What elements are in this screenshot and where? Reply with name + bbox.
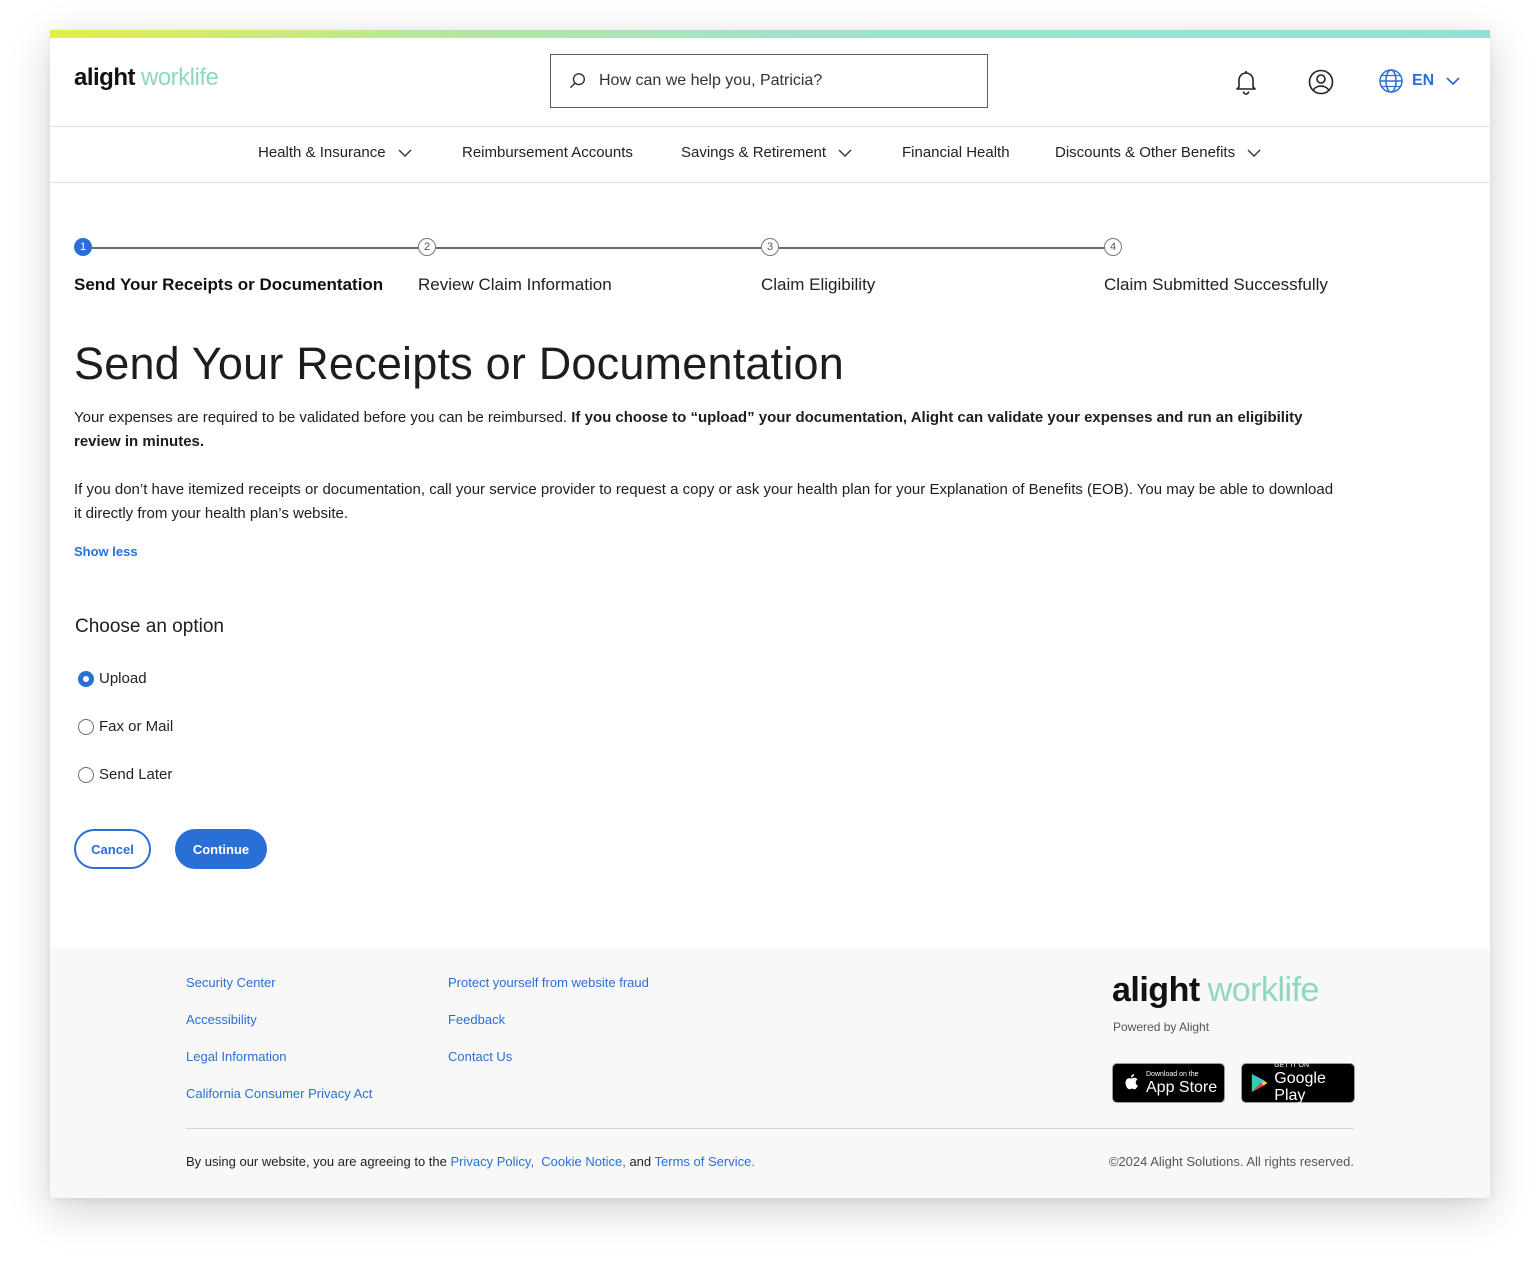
show-less-link[interactable]: Show less bbox=[74, 544, 138, 559]
nav-item-reimbursement-accounts[interactable]: Reimbursement Accounts bbox=[462, 144, 633, 161]
nav-item-label: Health & Insurance bbox=[258, 144, 386, 161]
option-label: Upload bbox=[99, 670, 147, 687]
chevron-down-icon bbox=[398, 149, 412, 157]
app-store-small-text: Download on the bbox=[1146, 1070, 1199, 1078]
progress-stepper: 1 2 3 4 Send Your Receipts or Documentat… bbox=[74, 237, 1454, 317]
cookie-notice-link[interactable]: Cookie Notice, bbox=[541, 1154, 626, 1169]
nav-item-label: Reimbursement Accounts bbox=[462, 144, 633, 161]
google-play-icon bbox=[1251, 1073, 1268, 1093]
nav-item-savings-retirement[interactable]: Savings & Retirement bbox=[681, 144, 852, 161]
main-nav: Health & Insurance Reimbursement Account… bbox=[50, 126, 1490, 183]
footer: Security Center Accessibility Legal Info… bbox=[50, 949, 1490, 1198]
cancel-button[interactable]: Cancel bbox=[74, 829, 151, 869]
globe-icon bbox=[1379, 69, 1403, 93]
footer-divider bbox=[186, 1128, 1354, 1129]
step-1-indicator: 1 bbox=[74, 238, 92, 256]
copyright-text: ©2024 Alight Solutions. All rights reser… bbox=[1108, 1154, 1354, 1169]
step-connector bbox=[436, 247, 761, 249]
option-label: Fax or Mail bbox=[99, 718, 174, 735]
option-label: Send Later bbox=[99, 766, 173, 783]
google-play-small-text: GET IT ON bbox=[1274, 1062, 1310, 1069]
page-frame: alightworklife EN bbox=[50, 30, 1490, 1198]
apple-icon bbox=[1125, 1074, 1138, 1090]
app-store-badge[interactable]: Download on the App Store bbox=[1112, 1063, 1225, 1103]
nav-item-financial-health[interactable]: Financial Health bbox=[902, 144, 1010, 161]
search-icon bbox=[570, 73, 586, 89]
step-2-label: Review Claim Information bbox=[418, 275, 612, 294]
privacy-policy-link[interactable]: Privacy Policy, bbox=[451, 1154, 535, 1169]
account-icon[interactable] bbox=[1307, 68, 1335, 96]
footer-link-ccpa[interactable]: California Consumer Privacy Act bbox=[186, 1086, 372, 1101]
legal-prefix: By using our website, you are agreeing t… bbox=[186, 1154, 451, 1169]
radio-fax-or-mail[interactable] bbox=[78, 718, 94, 735]
footer-link-feedback[interactable]: Feedback bbox=[448, 1012, 505, 1027]
footer-link-website-fraud[interactable]: Protect yourself from website fraud bbox=[448, 975, 649, 990]
step-3-indicator: 3 bbox=[761, 238, 779, 256]
footer-link-contact-us[interactable]: Contact Us bbox=[448, 1049, 512, 1064]
legal-and: and bbox=[625, 1154, 655, 1169]
powered-by-text: Powered by Alight bbox=[1113, 1020, 1210, 1034]
footer-link-security-center[interactable]: Security Center bbox=[186, 975, 276, 990]
footer-link-accessibility[interactable]: Accessibility bbox=[186, 1012, 257, 1027]
intro-text: Your expenses are required to be validat… bbox=[74, 409, 572, 426]
header: alightworklife EN bbox=[50, 38, 1490, 127]
step-4-indicator: 4 bbox=[1104, 238, 1122, 256]
search-input[interactable] bbox=[597, 71, 961, 91]
footer-logo-main: alight bbox=[1112, 971, 1200, 1009]
option-send-later[interactable]: Send Later bbox=[78, 766, 172, 783]
step-3-label: Claim Eligibility bbox=[761, 275, 876, 294]
alight-worklife-logo[interactable]: alight worklife bbox=[74, 64, 219, 92]
google-play-badge[interactable]: GET IT ON Google Play bbox=[1241, 1062, 1355, 1104]
step-1-label: Send Your Receipts or Documentation bbox=[74, 275, 384, 294]
app-store-big-text: App Store bbox=[1146, 1078, 1218, 1096]
google-play-big-text: Google Play bbox=[1274, 1070, 1326, 1104]
continue-button[interactable]: Continue bbox=[175, 829, 267, 869]
nav-item-label: Discounts & Other Benefits bbox=[1055, 144, 1236, 161]
choose-option-heading: Choose an option bbox=[75, 616, 224, 637]
chevron-down-icon bbox=[1247, 149, 1261, 157]
legal-notice: By using our website, you are agreeing t… bbox=[186, 1154, 755, 1169]
radio-send-later[interactable] bbox=[78, 766, 94, 783]
chevron-down-icon bbox=[838, 149, 852, 157]
footer-link-legal-information[interactable]: Legal Information bbox=[186, 1049, 286, 1064]
brand-gradient-bar bbox=[50, 30, 1490, 38]
search-box[interactable] bbox=[550, 54, 988, 108]
language-label: EN bbox=[1412, 72, 1435, 89]
intro-paragraph: Your expenses are required to be validat… bbox=[74, 406, 1334, 454]
radio-upload[interactable] bbox=[78, 670, 94, 687]
step-connector bbox=[779, 247, 1104, 249]
eob-paragraph: If you don’t have itemized receipts or d… bbox=[74, 481, 1334, 522]
logo-accent-text: worklife bbox=[141, 64, 219, 91]
option-upload[interactable]: Upload bbox=[78, 670, 147, 687]
bell-icon[interactable] bbox=[1232, 68, 1260, 96]
option-fax-or-mail[interactable]: Fax or Mail bbox=[78, 718, 173, 735]
language-selector[interactable]: EN bbox=[1378, 68, 1460, 94]
step-2-indicator: 2 bbox=[418, 238, 436, 256]
step-connector bbox=[92, 247, 418, 249]
nav-item-discounts-other-benefits[interactable]: Discounts & Other Benefits bbox=[1055, 144, 1261, 161]
nav-item-health-insurance[interactable]: Health & Insurance bbox=[258, 144, 412, 161]
step-4-label: Claim Submitted Successfully bbox=[1104, 275, 1328, 294]
chevron-down-icon bbox=[1446, 76, 1460, 85]
terms-of-service-link[interactable]: Terms of Service. bbox=[655, 1154, 755, 1169]
logo-main-text: alight bbox=[74, 64, 136, 91]
footer-logo: alight worklife bbox=[1112, 971, 1319, 1010]
nav-item-label: Savings & Retirement bbox=[681, 144, 827, 161]
page-title: Send Your Receipts or Documentation bbox=[74, 338, 844, 389]
nav-item-label: Financial Health bbox=[902, 144, 1010, 161]
footer-logo-accent: worklife bbox=[1207, 971, 1320, 1009]
